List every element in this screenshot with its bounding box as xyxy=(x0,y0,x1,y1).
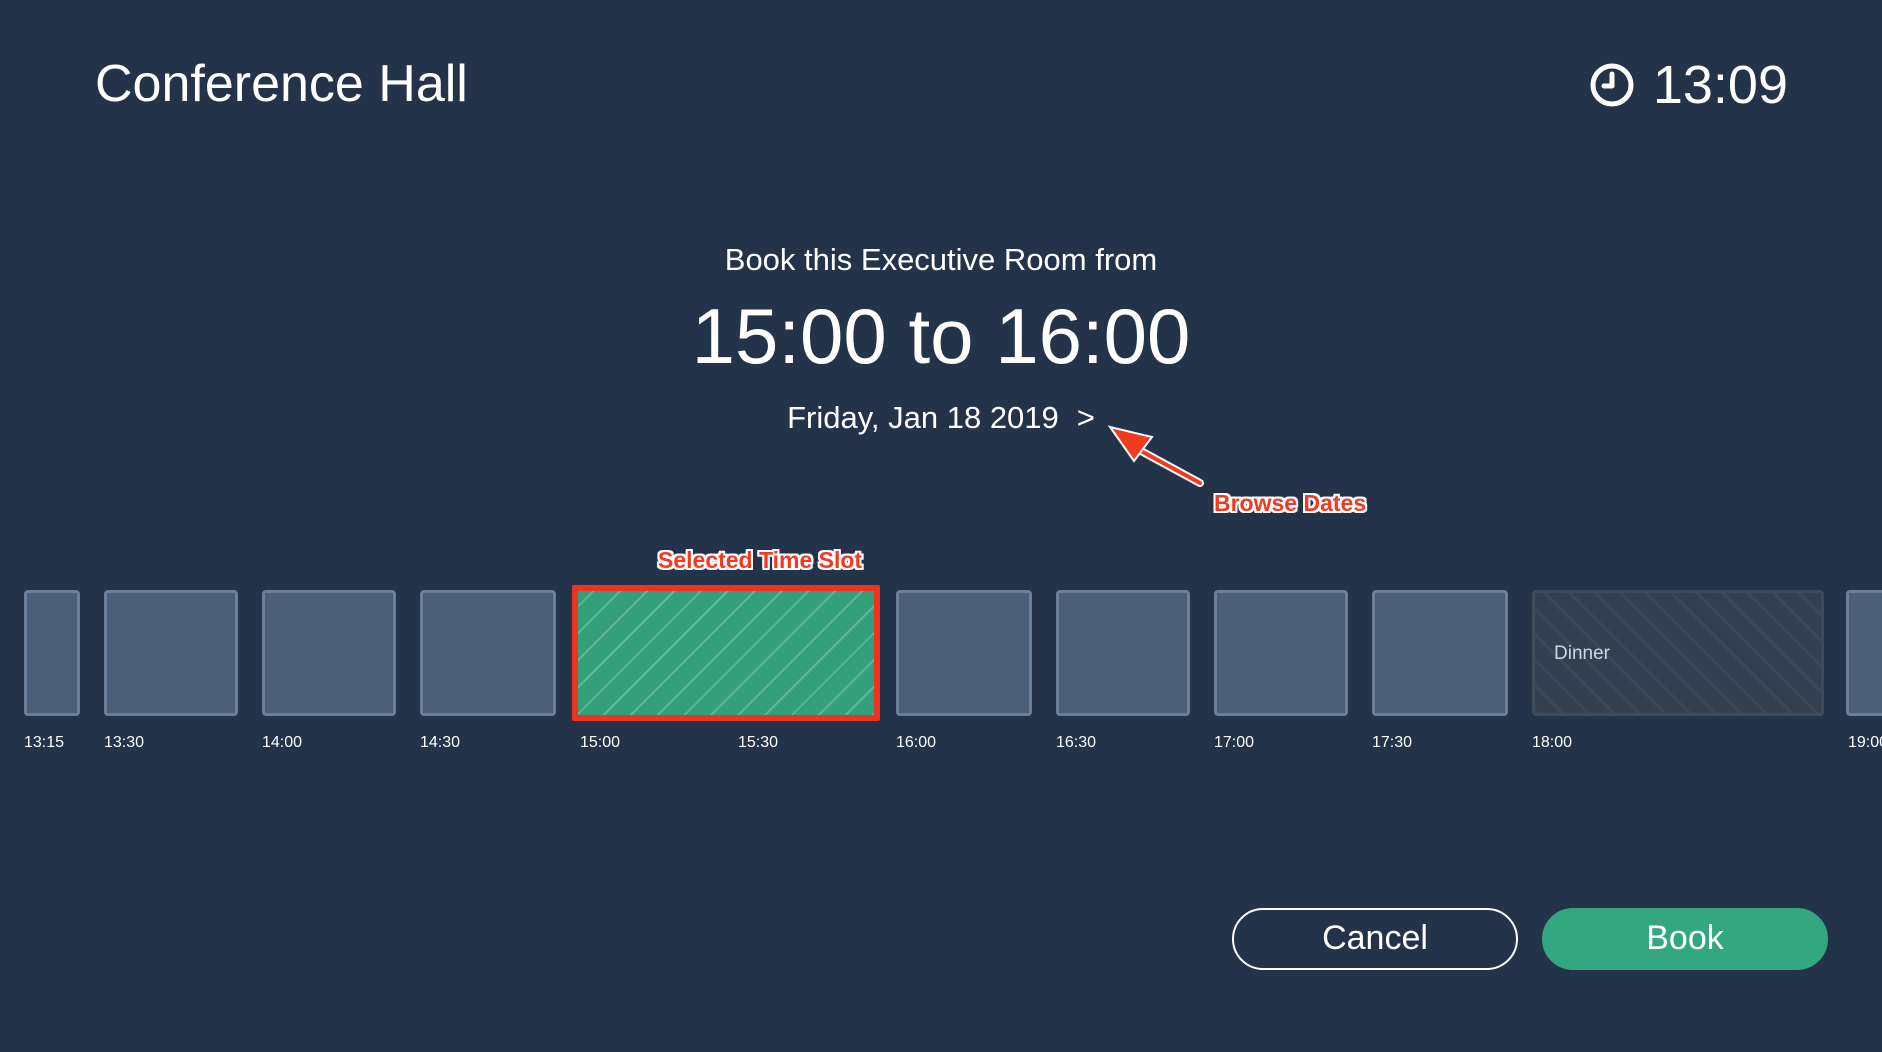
busy-slot-dinner: Dinner xyxy=(1532,590,1824,716)
time-tick: 18:00 xyxy=(1532,734,1573,751)
time-tick: 14:00 xyxy=(262,734,303,751)
browse-dates-arrow xyxy=(1107,425,1204,487)
time-tick: 17:30 xyxy=(1372,734,1413,751)
current-time-display: 13:09 xyxy=(1589,50,1788,120)
clock-icon xyxy=(1590,63,1634,107)
book-button[interactable]: Book xyxy=(1542,908,1828,970)
date-browser: Friday, Jan 18 2019 > xyxy=(0,398,1882,438)
time-tick: 14:30 xyxy=(420,734,461,751)
time-tick: 15:30 xyxy=(738,734,779,751)
time-slot[interactable] xyxy=(420,590,556,716)
time-tick: 15:00 xyxy=(580,734,621,751)
clock-time: 13:09 xyxy=(1652,55,1788,115)
time-tick: 16:30 xyxy=(1056,734,1097,751)
time-tick: 17:00 xyxy=(1214,734,1255,751)
time-tick: 13:15 xyxy=(24,734,65,751)
time-tick: 16:00 xyxy=(896,734,937,751)
booking-date: Friday, Jan 18 2019 xyxy=(787,400,1059,435)
booking-time-range: 15:00 to 16:00 xyxy=(691,292,1191,380)
time-slot[interactable] xyxy=(104,590,238,716)
next-date-button[interactable]: > xyxy=(1077,398,1095,438)
time-tick: 13:30 xyxy=(104,734,145,751)
time-slot[interactable] xyxy=(1846,590,1882,716)
time-tick: 19:00 xyxy=(1848,734,1882,751)
time-slot[interactable] xyxy=(1214,590,1348,716)
time-slot-timeline: Dinner 13:15 13:30 14:00 14:30 15:00 15:… xyxy=(0,585,1882,758)
selected-slot-annotation: Selected Time Slot xyxy=(658,547,863,573)
selected-time-slot[interactable] xyxy=(572,585,880,721)
busy-slot-label: Dinner xyxy=(1554,643,1610,664)
time-slot[interactable] xyxy=(24,590,80,716)
browse-dates-annotation: Browse Dates xyxy=(1214,490,1367,516)
booking-prompt: Book this Executive Room from xyxy=(724,242,1158,277)
time-slot[interactable] xyxy=(262,590,396,716)
room-title: Conference Hall xyxy=(95,55,468,113)
time-slot[interactable] xyxy=(1372,590,1508,716)
time-slot[interactable] xyxy=(896,590,1032,716)
time-slot[interactable] xyxy=(1056,590,1190,716)
cancel-button[interactable]: Cancel xyxy=(1232,908,1518,970)
